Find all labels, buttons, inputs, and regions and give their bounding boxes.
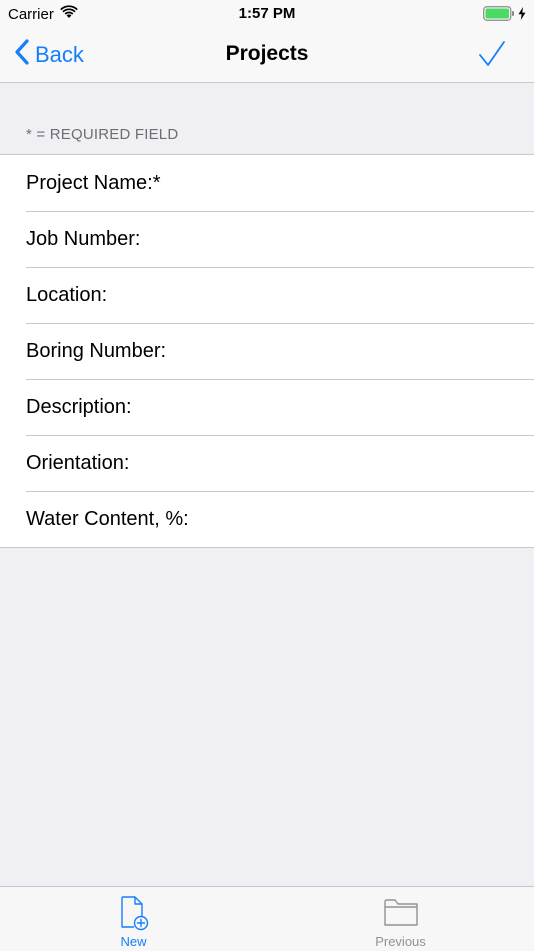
- page-title: Projects: [225, 42, 309, 65]
- project-name-field[interactable]: Project Name:*: [0, 155, 534, 211]
- tab-label: New: [120, 934, 147, 949]
- orientation-field[interactable]: Orientation:: [0, 435, 534, 491]
- field-label: Project Name:*: [26, 172, 161, 194]
- location-field[interactable]: Location:: [0, 267, 534, 323]
- field-label: Water Content, %:: [26, 508, 189, 530]
- project-form: Project Name:* Job Number: Location: Bor…: [0, 154, 534, 548]
- battery-icon: [483, 6, 515, 25]
- checkmark-icon: [478, 41, 506, 72]
- done-button[interactable]: [478, 40, 506, 73]
- charging-bolt-icon: [518, 7, 526, 24]
- new-document-icon: [118, 895, 150, 936]
- status-time: 1:57 PM: [238, 5, 296, 22]
- field-label: Job Number:: [26, 228, 141, 250]
- description-field[interactable]: Description:: [0, 379, 534, 435]
- field-label: Boring Number:: [26, 340, 167, 362]
- field-label: Orientation:: [26, 452, 130, 474]
- status-bar: Carrier 1:57 PM: [0, 0, 534, 28]
- boring-number-field[interactable]: Boring Number:: [0, 323, 534, 379]
- folder-icon: [383, 895, 419, 934]
- tab-new[interactable]: New: [0, 887, 267, 951]
- water-content-field[interactable]: Water Content, %:: [0, 491, 534, 547]
- navigation-bar: Back Projects: [0, 28, 534, 83]
- tab-label: Previous: [375, 934, 426, 949]
- field-label: Location:: [26, 284, 108, 306]
- tab-previous[interactable]: Previous: [267, 887, 534, 951]
- job-number-field[interactable]: Job Number:: [0, 211, 534, 267]
- tab-bar: New Previous: [0, 886, 534, 951]
- required-field-note: * = REQUIRED FIELD: [26, 126, 179, 143]
- field-label: Description:: [26, 396, 132, 418]
- status-right: [483, 6, 526, 25]
